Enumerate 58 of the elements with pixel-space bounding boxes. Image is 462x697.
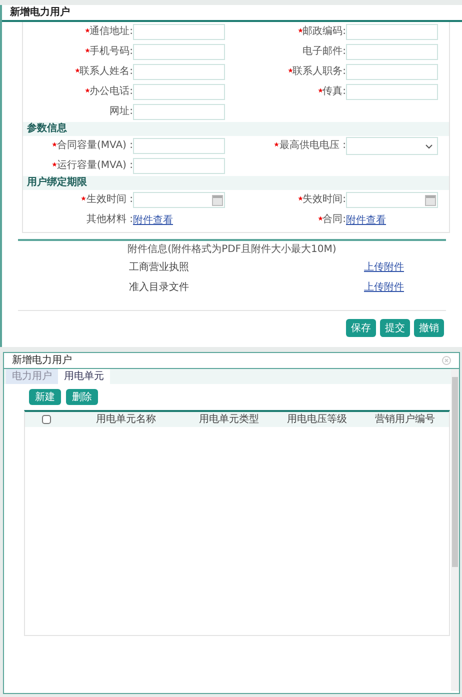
select-field[interactable] — [346, 137, 438, 155]
toolbar-button[interactable]: 删除 — [66, 389, 98, 405]
text-field[interactable] — [133, 64, 225, 80]
field-label: 联系人姓名: — [80, 67, 133, 77]
field-label: 其他材料 : — [86, 215, 133, 225]
column-header: 用电单元类型 — [198, 412, 260, 427]
attachment-name: 准入目录文件 — [129, 280, 190, 294]
scrollbar[interactable] — [451, 369, 459, 691]
section-heading: 参数信息 — [23, 122, 449, 136]
calendar-icon — [425, 194, 436, 206]
field-label: 电子邮件: — [302, 47, 346, 57]
text-field[interactable] — [346, 44, 438, 60]
view-attachment-link[interactable]: 附件查看 — [346, 212, 438, 228]
tab[interactable]: 电力用户 — [6, 369, 58, 384]
date-field[interactable] — [133, 192, 225, 208]
toolbar-button[interactable]: 新建 — [29, 389, 61, 405]
field-label: 手机号码: — [90, 47, 133, 57]
section-heading: 用户绑定期限 — [23, 176, 449, 190]
column-header: 营销用户编号 — [374, 412, 436, 427]
upload-attachment-link[interactable]: 上传附件 — [364, 260, 404, 274]
text-field[interactable] — [346, 24, 438, 40]
field-label: 传真: — [322, 87, 346, 97]
text-field[interactable] — [133, 44, 225, 60]
view-attachment-link[interactable]: 附件查看 — [133, 212, 225, 228]
date-field[interactable] — [346, 192, 438, 208]
tab[interactable]: 用电单元 — [58, 369, 110, 384]
field-label: 运行容量(MVA) : — [56, 161, 133, 171]
text-field[interactable] — [346, 64, 438, 80]
field-label: 生效时间 : — [86, 195, 133, 205]
field-label: 联系人职务: — [292, 67, 346, 77]
chevron-down-icon — [425, 144, 433, 148]
action-button[interactable]: 提交 — [380, 319, 410, 337]
field-label: 邮政编码: — [302, 27, 346, 37]
action-button[interactable]: 撤销 — [414, 319, 444, 337]
field-label: 失效时间: — [302, 195, 346, 205]
close-icon[interactable] — [442, 356, 451, 365]
attachment-name: 工商营业执照 — [129, 260, 190, 274]
field-label: 办公电话: — [90, 87, 133, 97]
text-field[interactable] — [133, 138, 225, 154]
field-label: 合同容量(MVA) : — [56, 141, 133, 151]
text-field[interactable] — [133, 158, 225, 174]
text-field[interactable] — [133, 84, 225, 100]
calendar-icon — [212, 194, 223, 206]
text-field[interactable] — [346, 84, 438, 100]
column-header: 用电单元名称 — [95, 412, 157, 427]
dialog-title: 新增电力用户 — [12, 354, 72, 368]
field-label: 合同: — [322, 215, 346, 225]
attachment-info-title: 附件信息(附件格式为PDF且附件大小最大10M) — [126, 242, 338, 257]
field-label: 通信地址: — [90, 27, 133, 37]
field-label: 网址: — [110, 107, 133, 117]
text-field[interactable] — [133, 104, 225, 120]
text-field[interactable] — [133, 24, 225, 40]
dialog-title: 新增电力用户 — [10, 5, 70, 20]
field-label: 最高供电电压 : — [279, 141, 346, 151]
upload-attachment-link[interactable]: 上传附件 — [364, 280, 404, 294]
action-button[interactable]: 保存 — [346, 319, 376, 337]
select-all-checkbox[interactable] — [42, 415, 50, 424]
column-header: 用电电压等级 — [286, 412, 348, 427]
